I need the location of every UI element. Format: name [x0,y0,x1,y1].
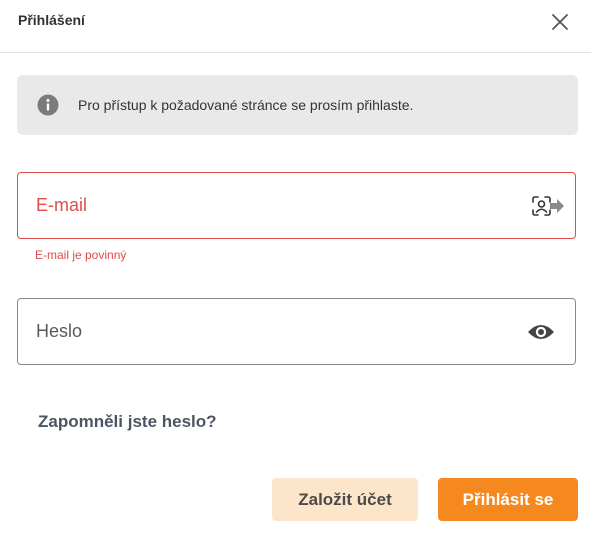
face-scan-icon [532,195,564,216]
close-icon [552,14,568,30]
email-input[interactable] [36,173,516,238]
password-field[interactable] [17,298,576,365]
info-message: Pro přístup k požadované stránce se pros… [78,97,414,113]
show-password-button[interactable] [527,322,555,342]
register-button[interactable]: Založit účet [272,478,418,521]
info-icon [37,94,59,116]
login-dialog: Přihlášení Pro přístup k požadované strá… [0,0,591,533]
info-notice: Pro přístup k požadované stránce se pros… [17,75,578,135]
face-scan-button[interactable] [529,194,565,218]
email-field[interactable] [17,172,576,239]
close-button[interactable] [547,9,573,35]
forgot-password-link[interactable]: Zapomněli jste heslo? [38,411,217,433]
login-button[interactable]: Přihlásit se [438,478,578,521]
dialog-title: Přihlášení [18,12,85,28]
eye-icon [528,324,554,339]
password-input[interactable] [36,299,516,364]
dialog-header: Přihlášení [0,0,591,53]
email-error: E-mail je povinný [35,248,127,262]
